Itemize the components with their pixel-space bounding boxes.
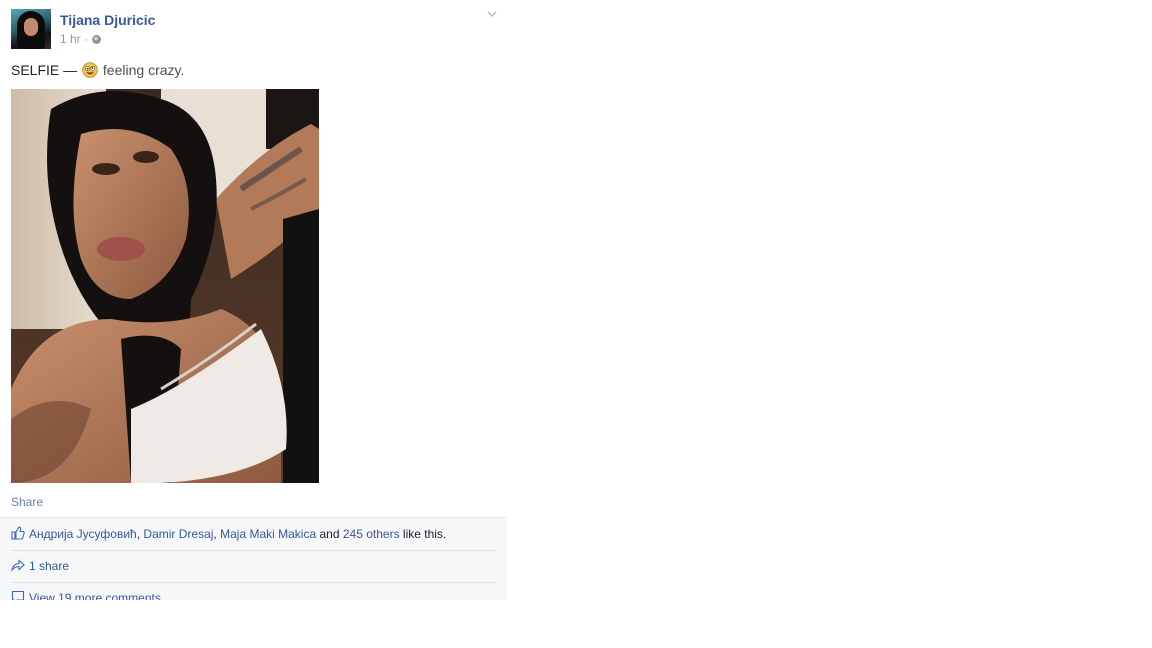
shares-count-link[interactable]: 1 share bbox=[29, 559, 69, 573]
post-status: SELFIE — feeling crazy. bbox=[11, 62, 184, 78]
status-text: SELFIE bbox=[11, 62, 60, 78]
liker-name[interactable]: Maja Maki Makica bbox=[220, 527, 316, 541]
liker-name[interactable]: Андрија Јусуфовић bbox=[29, 527, 137, 541]
comments-summary: View 19 more comments bbox=[11, 583, 497, 600]
feed-post: Tijana Djuricic 1 hr · SELFIE — feeling … bbox=[0, 0, 507, 600]
likes-suffix: like this. bbox=[402, 527, 447, 541]
feeling-text[interactable]: feeling crazy. bbox=[103, 62, 184, 78]
likes-others-link[interactable]: 245 others bbox=[343, 527, 400, 541]
timestamp-link[interactable]: 1 hr bbox=[60, 32, 81, 46]
liker-name[interactable]: Damir Dresaj bbox=[143, 527, 213, 541]
post-meta: 1 hr · bbox=[60, 32, 102, 46]
comment-icon bbox=[11, 590, 25, 600]
author-name[interactable]: Tijana Djuricic bbox=[60, 12, 155, 28]
share-arrow-icon bbox=[11, 559, 25, 572]
likes-and: and bbox=[319, 527, 340, 541]
globe-icon[interactable] bbox=[92, 35, 102, 44]
chevron-down-icon[interactable] bbox=[487, 9, 497, 19]
avatar[interactable] bbox=[11, 9, 51, 49]
post-photo[interactable] bbox=[11, 89, 319, 483]
shares-summary: 1 share bbox=[11, 551, 497, 583]
status-dash: — bbox=[63, 62, 78, 78]
thumbs-up-icon[interactable] bbox=[11, 526, 25, 540]
crazy-face-emoji-icon bbox=[82, 62, 98, 78]
share-link[interactable]: Share bbox=[11, 495, 43, 509]
view-more-comments-link[interactable]: View 19 more comments bbox=[29, 591, 161, 600]
feedback-section: Андрија Јусуфовић, Damir Dresaj, Maja Ma… bbox=[0, 517, 507, 600]
post-header: Tijana Djuricic 1 hr · bbox=[11, 9, 501, 51]
meta-separator: · bbox=[84, 32, 89, 46]
likes-summary: Андрија Јусуфовић, Damir Dresaj, Maja Ma… bbox=[11, 519, 497, 551]
